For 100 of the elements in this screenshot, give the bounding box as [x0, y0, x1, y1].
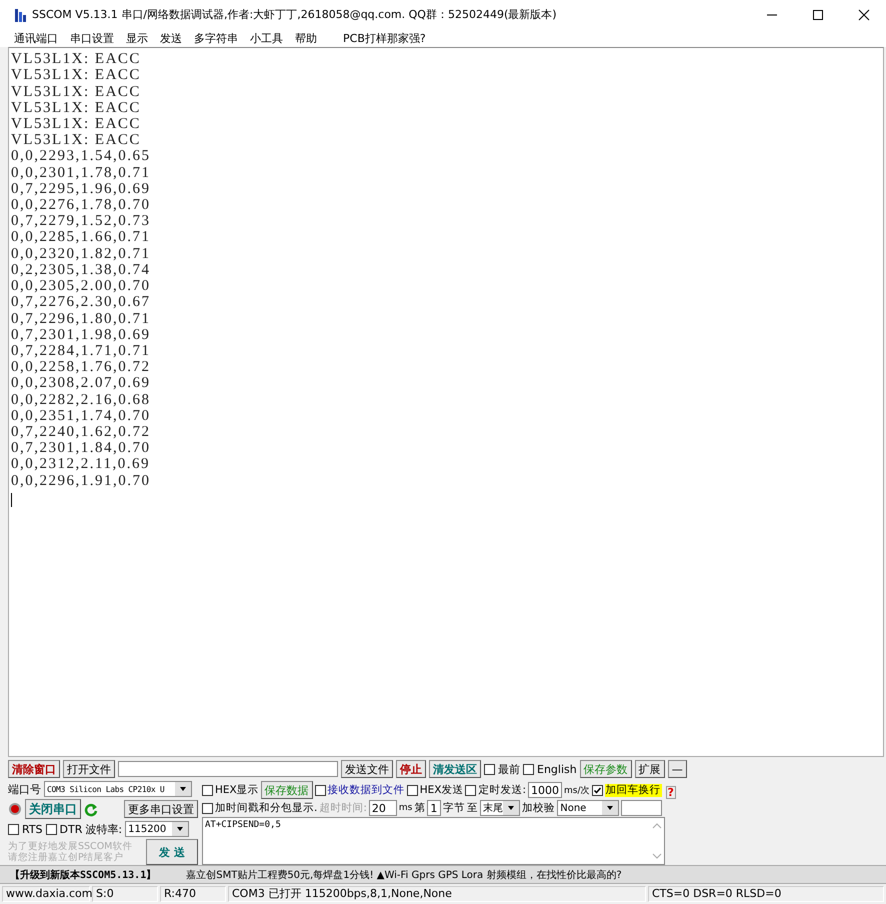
checksum-label: 加校验	[522, 801, 556, 816]
to-label: 至	[467, 801, 478, 816]
help-mark[interactable]: ?	[666, 786, 676, 800]
output-line: 0,7,2296,1.80,0.71	[11, 310, 150, 327]
output-line: 0,0,2258,1.76,0.72	[11, 359, 150, 376]
open-file-button[interactable]: 打开文件	[63, 760, 115, 778]
output-line: 0,7,2240,1.62,0.72	[11, 424, 150, 440]
status-field: R:470	[160, 886, 226, 902]
menu-item[interactable]: 帮助	[295, 30, 317, 46]
checkbox[interactable]	[202, 802, 213, 814]
output-line: 0,7,2295,1.96,0.69	[11, 180, 150, 198]
send-button[interactable]: 发 送	[146, 839, 198, 866]
from-label: 第	[414, 801, 426, 816]
send-text: AT+CIPSEND=0,5	[204, 819, 282, 832]
collapse-button[interactable]: —	[668, 760, 687, 778]
from-byte-field[interactable]: 1	[427, 800, 442, 816]
status-light-icon	[8, 802, 22, 816]
output-line: 0,0,2312,2.11,0.69	[11, 456, 150, 473]
send-file-button[interactable]: 发送文件	[341, 760, 393, 778]
output-line: 0,0,2305,2.00,0.70	[11, 278, 150, 294]
timeout-label: 超时时间:	[319, 801, 367, 816]
baud-dropdown[interactable]: 115200	[125, 821, 190, 838]
menu-item[interactable]: 通讯端口	[14, 30, 58, 46]
output-line: 0,0,2308,2.07,0.69	[11, 375, 150, 392]
status-field: S:0	[92, 886, 158, 902]
topmost-label: 最前	[498, 762, 520, 777]
ad-text: 嘉立创SMT贴片工程费50元,每焊盘1分钱! ▲Wi-Fi Gprs GPS Lora 射频模组，在找性价比最高的?	[186, 868, 622, 882]
timeout-unit: ms	[398, 803, 412, 814]
interval-field[interactable]: 1000	[528, 782, 562, 798]
output-line: 0,7,2279,1.52,0.73	[11, 213, 150, 230]
port-dropdown[interactable]: COM3 Silicon Labs CP210x U	[44, 781, 192, 798]
save-params-button[interactable]: 保存参数	[580, 760, 632, 778]
refresh-icon[interactable]	[84, 801, 98, 818]
receive-to-file-label: 接收数据到文件	[328, 783, 405, 798]
window-title: SSCOM V5.13.1 串口/网络数据调试器,作者:大虾丁丁,2618058@qq.com. QQ群：52502449(最新版本)	[32, 7, 557, 22]
clear-window-button[interactable]: 清除窗口	[8, 760, 60, 778]
output-line: VL53L1X: EACC	[11, 51, 141, 68]
save-data-button[interactable]: 保存数据	[260, 781, 313, 800]
expand-button[interactable]: 扩展	[634, 760, 665, 778]
checkbox[interactable]	[314, 784, 326, 796]
output-line: 0,0,2293,1.54,0.65	[11, 148, 150, 165]
output-line: 0,0,2351,1.74,0.70	[11, 408, 150, 424]
menu-item[interactable]: 串口设置	[70, 30, 114, 46]
app-icon	[14, 6, 28, 23]
output-line: 0,0,2301,1.78,0.71	[11, 164, 150, 181]
menu-item[interactable]: PCB打样那家强?	[343, 30, 426, 46]
status-field: www.daxia.com	[2, 886, 90, 902]
menu-item[interactable]: 发送	[160, 30, 182, 46]
output-line: VL53L1X: EACC	[11, 132, 141, 148]
promo-text: 为了更好地发展SSCOM软件	[8, 841, 132, 852]
output-line: VL53L1X: EACC	[11, 116, 141, 132]
checkbox[interactable]	[484, 764, 495, 775]
byte-label: 字节	[443, 801, 466, 816]
output-line: 0,7,2276,2.30,0.67	[11, 294, 150, 310]
timestamp-label: 加时间戳和分包显示.	[215, 801, 318, 816]
output-line: 0,0,2276,1.78,0.70	[11, 197, 150, 214]
checksum-field[interactable]	[621, 800, 662, 816]
checkbox[interactable]	[202, 784, 213, 796]
interval-unit: ms/次	[564, 784, 590, 797]
dtr-label: DTR	[60, 822, 82, 836]
output-line: 0,0,2320,1.82,0.71	[11, 246, 150, 262]
file-path-field[interactable]	[118, 761, 338, 778]
menu-item[interactable]: 小工具	[250, 30, 283, 46]
hex-display-label: HEX显示	[215, 783, 259, 798]
output-line: 0,0,2296,1.91,0.70	[11, 472, 150, 489]
checkbox[interactable]	[406, 784, 418, 796]
output-line: 0,7,2301,1.98,0.69	[11, 326, 150, 343]
add-crlf-label: 加回车换行	[604, 784, 662, 797]
checkbox[interactable]	[592, 784, 603, 796]
english-label: English	[537, 762, 577, 776]
output-line: 0,7,2284,1.71,0.71	[11, 342, 150, 360]
status-field: COM3 已打开 115200bps,8,1,None,None	[228, 886, 646, 902]
output-line: 0,0,2285,1.66,0.71	[11, 229, 150, 246]
rts-label: RTS	[22, 822, 43, 836]
maximize-icon[interactable]	[812, 8, 824, 21]
promo-text: 请您注册嘉立创P结尾客户	[8, 852, 124, 864]
output-line: VL53L1X: EACC	[11, 84, 141, 100]
timed-send-label: 定时发送:	[478, 783, 526, 798]
checksum-dropdown[interactable]: None	[557, 800, 620, 816]
end-dropdown[interactable]: 末尾	[480, 800, 520, 816]
output-line: VL53L1X: EACC	[11, 100, 141, 116]
more-port-settings-button[interactable]: 更多串口设置	[124, 800, 198, 818]
checkbox[interactable]	[8, 824, 19, 835]
output-line: 0,0,2282,2.16,0.68	[11, 392, 150, 408]
menu-item[interactable]: 多字符串	[194, 30, 238, 46]
stop-button[interactable]: 停止	[396, 760, 426, 778]
baud-label: 波特率:	[85, 822, 122, 837]
checkbox[interactable]	[465, 784, 476, 796]
clear-send-button[interactable]: 清发送区	[429, 760, 481, 778]
menu-item[interactable]: 显示	[126, 30, 148, 46]
checkbox[interactable]	[523, 764, 534, 775]
checkbox[interactable]	[46, 824, 57, 835]
upgrade-link[interactable]: 【升级到新版本SSCOM5.13.1】	[10, 868, 156, 882]
output-line: 0,2,2305,1.38,0.74	[11, 262, 150, 278]
output-line: 0,7,2301,1.84,0.70	[11, 440, 150, 456]
output-line: VL53L1X: EACC	[11, 67, 141, 84]
close-icon[interactable]	[858, 8, 870, 21]
send-text-area[interactable]: AT+CIPSEND=0,5	[202, 817, 665, 866]
close-port-button[interactable]: 关闭串口	[25, 799, 81, 820]
timeout-field[interactable]: 20	[368, 800, 397, 816]
